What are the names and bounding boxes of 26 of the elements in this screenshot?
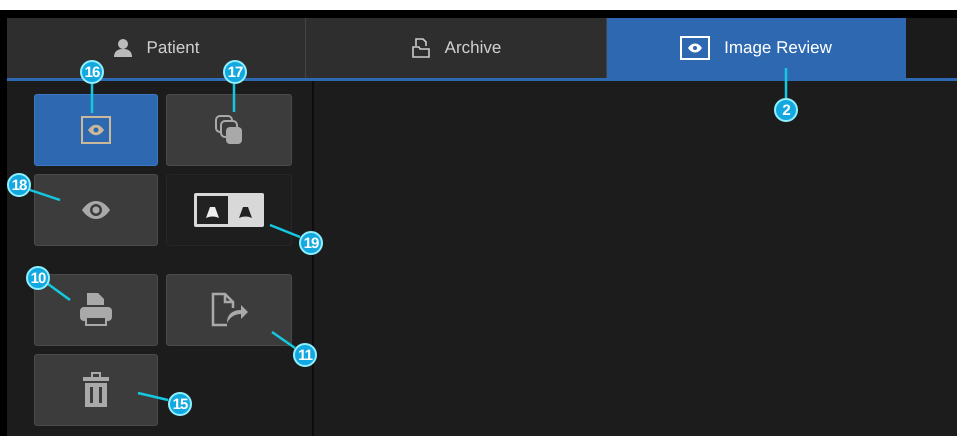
leader-line — [30, 188, 60, 202]
tab[interactable]: Image Review — [607, 18, 906, 78]
leader-line — [232, 84, 236, 112]
delete-button[interactable] — [34, 354, 158, 426]
printer-icon — [78, 291, 114, 329]
dual-image-icon — [194, 193, 264, 227]
leader-line — [784, 68, 788, 98]
folder-icon — [410, 37, 431, 59]
leader-line — [271, 330, 296, 350]
tab[interactable]: Archive — [306, 18, 607, 78]
leader-line — [138, 392, 168, 402]
stack-icon — [215, 115, 243, 145]
trash-icon — [82, 372, 110, 408]
leader-line — [270, 224, 300, 238]
eye-icon — [680, 36, 710, 60]
review-button[interactable] — [34, 94, 158, 166]
leader-line — [47, 282, 71, 302]
leader-line — [90, 84, 94, 113]
eye-button[interactable] — [34, 174, 158, 246]
export-button[interactable] — [166, 274, 292, 346]
export-icon — [209, 292, 249, 328]
eye-icon — [81, 200, 111, 220]
person-icon — [112, 38, 133, 58]
stack-button[interactable] — [166, 94, 292, 166]
eye-icon — [81, 116, 111, 144]
dual-view-button[interactable] — [166, 174, 292, 246]
